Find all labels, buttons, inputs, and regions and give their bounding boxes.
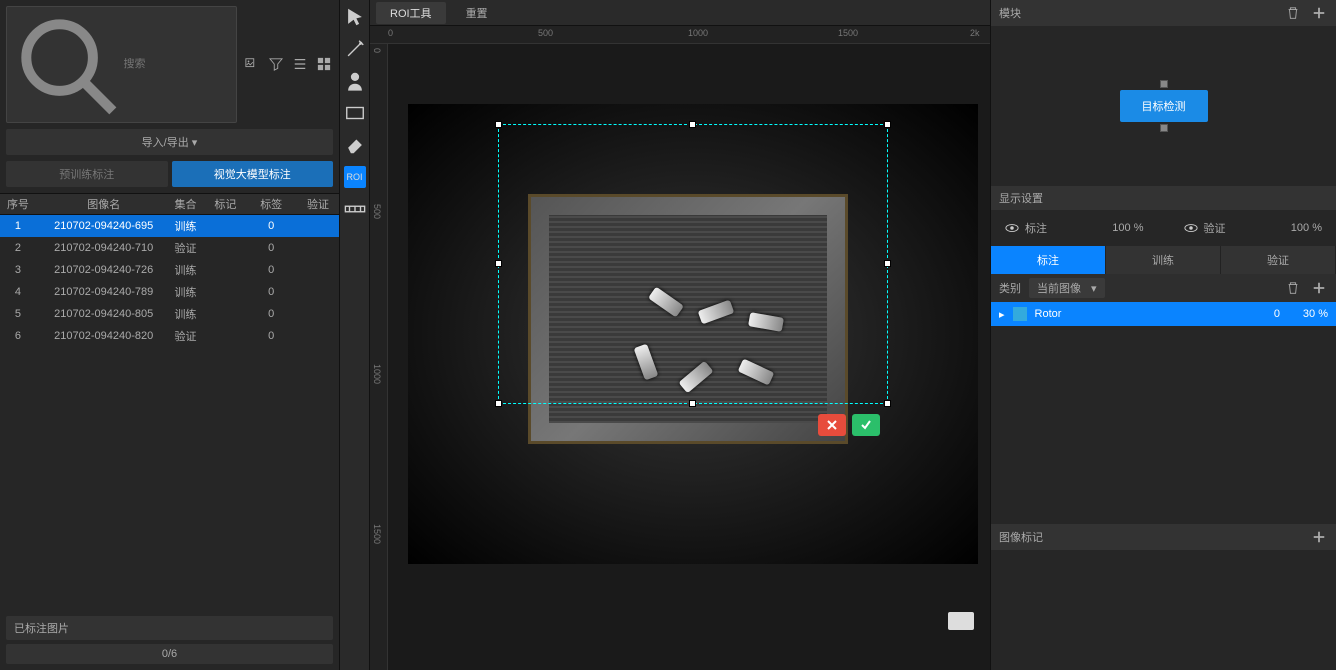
display-settings-header: 显示设置 xyxy=(991,186,1336,210)
wand-tool[interactable] xyxy=(344,38,366,60)
class-row-rotor[interactable]: ▸ Rotor 0 30 % xyxy=(991,302,1336,326)
roi-cancel-button[interactable] xyxy=(818,414,846,436)
list-icon[interactable] xyxy=(291,55,309,73)
canvas-viewport[interactable] xyxy=(388,44,990,670)
display-settings-title: 显示设置 xyxy=(999,190,1043,206)
tab-roi-tool[interactable]: ROI工具 xyxy=(376,2,446,24)
tab-reset[interactable]: 重置 xyxy=(452,2,502,24)
tab-verify[interactable]: 验证 xyxy=(1221,246,1336,274)
pretrain-annotate-button[interactable]: 预训练标注 xyxy=(6,161,168,187)
table-row[interactable]: 1210702-094240-695训练0 xyxy=(0,215,339,237)
image-table-header: 序号 图像名 集合 标记 标签 验证 xyxy=(0,193,339,215)
class-color-swatch xyxy=(1013,307,1027,321)
import-export-button[interactable]: 导入/导出 ▾ xyxy=(6,129,333,155)
col-mark[interactable]: 标记 xyxy=(205,196,245,212)
person-tool[interactable] xyxy=(344,70,366,92)
delete-class-icon[interactable] xyxy=(1284,279,1302,297)
roi-tool[interactable]: ROI xyxy=(344,166,366,188)
image-filter-icon[interactable] xyxy=(243,55,261,73)
category-dropdown[interactable]: 当前图像▾ xyxy=(1029,278,1105,298)
progress-bar: 0/6 xyxy=(6,644,333,664)
class-pct: 30 % xyxy=(1288,308,1328,320)
image-mark-header: 图像标记 xyxy=(991,524,1336,550)
table-row[interactable]: 4210702-094240-789训练0 xyxy=(0,281,339,303)
table-row[interactable]: 2210702-094240-710验证0 xyxy=(0,237,339,259)
funnel-icon[interactable] xyxy=(267,55,285,73)
table-row[interactable]: 3210702-094240-726训练0 xyxy=(0,259,339,281)
ruler-horizontal: 0 500 1000 1500 2k xyxy=(370,26,990,44)
grid-icon[interactable] xyxy=(315,55,333,73)
eye-icon[interactable] xyxy=(1005,221,1019,235)
ruler-vertical: 0 500 1000 1500 xyxy=(370,44,388,670)
roi-selection[interactable] xyxy=(498,124,888,404)
bigmodel-annotate-button[interactable]: 视觉大模型标注 xyxy=(172,161,334,187)
col-index[interactable]: 序号 xyxy=(0,196,36,212)
roi-confirm-button[interactable] xyxy=(852,414,880,436)
module-title: 模块 xyxy=(999,5,1021,21)
eraser-tool[interactable] xyxy=(344,134,366,156)
keyboard-icon[interactable] xyxy=(948,612,974,630)
expand-icon: ▸ xyxy=(999,308,1005,321)
pointer-tool[interactable] xyxy=(344,6,366,28)
rect-tool[interactable] xyxy=(344,102,366,124)
class-name: Rotor xyxy=(1035,308,1062,320)
class-count: 0 xyxy=(1274,308,1280,320)
module-node-detection[interactable]: 目标检测 xyxy=(1120,90,1208,122)
display-verify-pct: 100 % xyxy=(1291,222,1322,234)
table-row[interactable]: 5210702-094240-805训练0 xyxy=(0,303,339,325)
col-verify[interactable]: 验证 xyxy=(297,196,339,212)
measure-tool[interactable] xyxy=(344,198,366,220)
col-tag[interactable]: 标签 xyxy=(245,196,297,212)
search-box[interactable] xyxy=(6,6,237,123)
add-mark-icon[interactable] xyxy=(1310,528,1328,546)
eye-icon[interactable] xyxy=(1184,221,1198,235)
labeled-images-label: 已标注图片 xyxy=(6,616,333,640)
search-icon xyxy=(13,11,120,118)
col-name[interactable]: 图像名 xyxy=(36,196,166,212)
display-label-text: 标注 xyxy=(1025,220,1047,236)
image-mark-title: 图像标记 xyxy=(999,529,1043,545)
display-label-pct: 100 % xyxy=(1112,222,1143,234)
search-input[interactable] xyxy=(124,58,231,70)
module-header: 模块 xyxy=(991,0,1336,26)
category-label: 类别 xyxy=(999,280,1021,296)
add-module-icon[interactable] xyxy=(1310,4,1328,22)
table-row[interactable]: 6210702-094240-820验证0 xyxy=(0,325,339,347)
add-class-icon[interactable] xyxy=(1310,279,1328,297)
display-verify-text: 验证 xyxy=(1204,220,1226,236)
col-set[interactable]: 集合 xyxy=(166,196,206,212)
tab-train[interactable]: 训练 xyxy=(1106,246,1221,274)
tab-annotate[interactable]: 标注 xyxy=(991,246,1106,274)
delete-module-icon[interactable] xyxy=(1284,4,1302,22)
